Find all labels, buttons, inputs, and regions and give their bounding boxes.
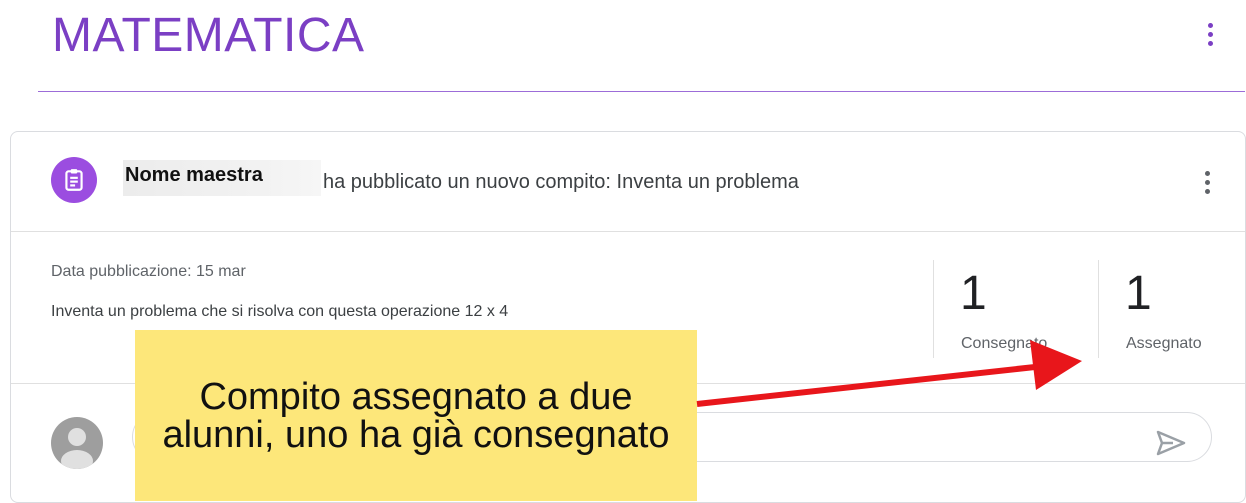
- turned-in-label: Consegnato: [961, 335, 1048, 352]
- more-vert-icon: [1204, 170, 1210, 176]
- annotation-text: Compito assegnato a due alunni, uno ha g…: [162, 375, 670, 456]
- class-title: MATEMATICA: [52, 9, 365, 62]
- post-menu-button[interactable]: [1197, 166, 1217, 198]
- card-divider: [11, 231, 1245, 232]
- assignment-icon: [51, 157, 97, 203]
- annotation-callout: Compito assegnato a due alunni, uno ha g…: [135, 330, 697, 501]
- publish-date: Data pubblicazione: 15 mar: [51, 263, 246, 280]
- more-vert-icon: [1207, 22, 1213, 28]
- class-menu-button[interactable]: [1198, 16, 1222, 52]
- assigned-label: Assegnato: [1126, 335, 1202, 352]
- stat-divider: [1098, 260, 1099, 358]
- send-icon[interactable]: [1155, 429, 1187, 457]
- assignment-description: Inventa un problema che si risolva con q…: [51, 303, 509, 320]
- assigned-count[interactable]: 1: [1125, 266, 1152, 321]
- stat-divider: [933, 260, 934, 358]
- user-avatar-icon: [51, 417, 103, 469]
- turned-in-count[interactable]: 1: [960, 266, 987, 321]
- post-action-text[interactable]: ha pubblicato un nuovo compito: Inventa …: [323, 171, 799, 194]
- post-author: Nome maestra: [125, 164, 263, 186]
- header-divider: [38, 91, 1245, 92]
